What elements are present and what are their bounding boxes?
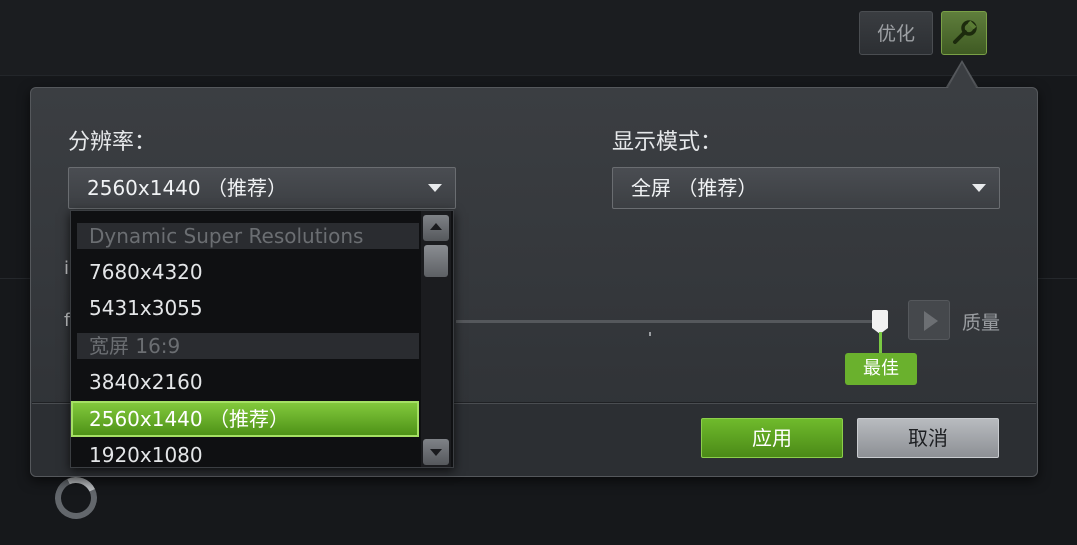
resolution-select-value: 2560x1440 （推荐） bbox=[87, 176, 287, 200]
scroll-down-icon[interactable] bbox=[423, 439, 449, 465]
list-group-header: Dynamic Super Resolutions bbox=[77, 223, 419, 249]
display-mode-select-value: 全屏 （推荐） bbox=[631, 176, 758, 200]
wrench-icon bbox=[953, 20, 977, 44]
display-mode-label: 显示模式： bbox=[612, 130, 723, 155]
quality-slider-marker bbox=[879, 332, 882, 354]
dropdown-scrollbar[interactable] bbox=[421, 211, 451, 467]
quality-label: 质量 bbox=[962, 312, 1001, 334]
list-item[interactable]: 5431x3055 bbox=[77, 290, 419, 326]
quality-slider-tick bbox=[649, 332, 651, 336]
quality-slider-thumb[interactable] bbox=[872, 310, 888, 328]
list-item[interactable]: 7680x4320 bbox=[77, 254, 419, 290]
scroll-up-icon[interactable] bbox=[423, 215, 449, 241]
apply-button[interactable]: 应用 bbox=[701, 418, 843, 458]
chevron-down-icon bbox=[972, 184, 986, 192]
quality-value-badge: 最佳 bbox=[845, 353, 917, 385]
list-group-header: 宽屏 16:9 bbox=[77, 333, 419, 359]
panel-pointer-fill bbox=[948, 63, 976, 88]
cancel-button[interactable]: 取消 bbox=[857, 418, 999, 458]
settings-button[interactable] bbox=[941, 11, 987, 55]
display-mode-select[interactable]: 全屏 （推荐） bbox=[612, 167, 1000, 209]
chevron-down-icon bbox=[428, 184, 442, 192]
resolution-dropdown-list[interactable]: Dynamic Super Resolutions 7680x4320 5431… bbox=[70, 210, 454, 468]
loading-spinner-icon bbox=[49, 471, 103, 525]
resolution-label: 分辨率： bbox=[68, 130, 157, 155]
scroll-thumb[interactable] bbox=[424, 245, 448, 277]
hidden-label-fragment: i bbox=[64, 258, 70, 279]
quality-slider-track[interactable] bbox=[456, 320, 880, 323]
resolution-select[interactable]: 2560x1440 （推荐） bbox=[68, 167, 456, 209]
list-item-selected[interactable]: 2560x1440 （推荐） bbox=[71, 401, 419, 437]
list-item[interactable]: 1920x1080 bbox=[77, 437, 419, 467]
list-item[interactable]: 3840x2160 bbox=[77, 364, 419, 400]
optimize-button[interactable]: 优化 bbox=[859, 11, 933, 55]
play-icon[interactable] bbox=[908, 300, 950, 340]
